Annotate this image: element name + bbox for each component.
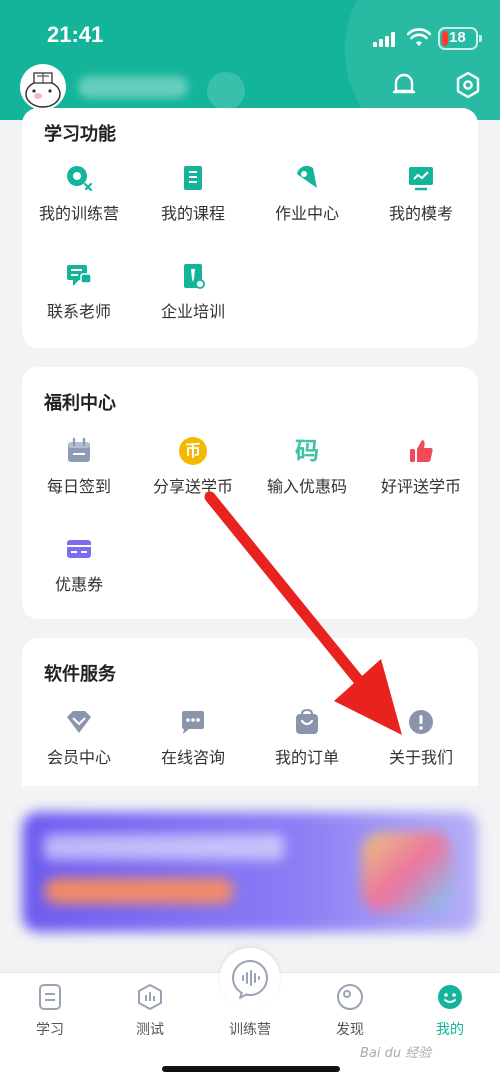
my-camp-button[interactable]: 我的训练营 bbox=[22, 164, 136, 234]
enter-promo-code-label: 输入优惠码 bbox=[266, 477, 347, 496]
study-icon bbox=[39, 984, 61, 1010]
online-consult-button[interactable]: 在线咨询 bbox=[136, 708, 250, 778]
my-courses-button[interactable]: 我的课程 bbox=[136, 164, 250, 234]
avatar-cartoon-icon bbox=[25, 72, 61, 108]
tab-mine-label: 我的 bbox=[436, 1022, 464, 1038]
header-decoration-dot bbox=[207, 72, 245, 110]
order-bag-icon bbox=[296, 708, 318, 734]
section-title-benefits: 福利中心 bbox=[44, 393, 116, 414]
promo-banner[interactable] bbox=[22, 812, 478, 932]
calendar-checkin-icon bbox=[68, 437, 90, 462]
homework-center-label: 作业中心 bbox=[274, 204, 339, 223]
message-icon bbox=[182, 711, 204, 734]
tab-test-label: 测试 bbox=[136, 1022, 164, 1038]
username-blurred bbox=[78, 76, 188, 98]
online-consult-label: 在线咨询 bbox=[160, 748, 225, 767]
settings-gear-icon[interactable] bbox=[453, 70, 483, 100]
share-earn-coins-button[interactable]: 币 分享送学币 bbox=[136, 437, 250, 507]
notification-bell-icon[interactable] bbox=[389, 70, 419, 100]
enterprise-training-label: 企业培训 bbox=[160, 302, 225, 321]
mock-exam-icon bbox=[409, 167, 433, 191]
coupon-icon bbox=[67, 540, 91, 558]
coupons-button[interactable]: 优惠券 bbox=[22, 535, 136, 605]
my-camp-label: 我的训练营 bbox=[38, 204, 119, 223]
tab-discover-label: 发现 bbox=[336, 1022, 364, 1038]
section-title-services: 软件服务 bbox=[44, 664, 116, 685]
camp-voice-icon bbox=[232, 960, 268, 999]
promo-banner-area bbox=[0, 782, 500, 972]
thumbs-up-icon bbox=[410, 440, 433, 462]
baidu-watermark: Bai du 经验 bbox=[360, 1046, 432, 1061]
coin-icon: 币 bbox=[179, 437, 207, 465]
daily-checkin-button[interactable]: 每日签到 bbox=[22, 437, 136, 507]
cellular-signal-icon bbox=[373, 31, 399, 47]
homework-icon bbox=[297, 165, 317, 188]
chat-teacher-icon bbox=[67, 265, 92, 286]
about-us-button[interactable]: 关于我们 bbox=[364, 708, 478, 778]
diamond-icon bbox=[67, 711, 91, 733]
daily-checkin-label: 每日签到 bbox=[46, 477, 111, 496]
camp-center-button[interactable] bbox=[220, 948, 280, 1008]
profile-face-icon bbox=[438, 985, 462, 1009]
avatar[interactable] bbox=[20, 64, 66, 110]
my-courses-label: 我的课程 bbox=[160, 204, 225, 223]
review-earn-coins-button[interactable]: 好评送学币 bbox=[364, 437, 478, 507]
camp-icon bbox=[67, 166, 93, 192]
course-book-icon bbox=[184, 166, 202, 190]
benefits-center-card: 福利中心 每日签到 币 分享送学币 码 输入优惠码 好评送学币 优惠券 bbox=[22, 367, 478, 619]
my-mock-exam-label: 我的模考 bbox=[388, 204, 453, 223]
tab-camp-label: 训练营 bbox=[229, 1022, 271, 1038]
profile-header: 21:41 18 bbox=[0, 0, 500, 120]
promo-code-icon: 码 bbox=[295, 437, 319, 465]
my-orders-label: 我的订单 bbox=[274, 748, 339, 767]
status-time: 21:41 bbox=[47, 22, 104, 47]
tab-discover[interactable]: 发现 bbox=[300, 973, 400, 1043]
wifi-icon bbox=[407, 28, 431, 46]
tab-study-label: 学习 bbox=[36, 1022, 64, 1038]
coupons-label: 优惠券 bbox=[54, 575, 103, 594]
share-earn-coins-label: 分享送学币 bbox=[152, 477, 233, 496]
study-features-card: 学习功能 我的训练营 我的课程 作业中心 我的模考 联系老师 企业培训 bbox=[22, 108, 478, 348]
tab-mine[interactable]: 我的 bbox=[400, 973, 500, 1043]
about-us-label: 关于我们 bbox=[388, 748, 453, 767]
enterprise-training-button[interactable]: 企业培训 bbox=[136, 262, 250, 332]
info-icon bbox=[409, 710, 433, 734]
member-center-button[interactable]: 会员中心 bbox=[22, 708, 136, 778]
homework-center-button[interactable]: 作业中心 bbox=[250, 164, 364, 234]
discover-icon bbox=[337, 984, 363, 1010]
header-decoration bbox=[345, 0, 500, 120]
my-mock-exam-button[interactable]: 我的模考 bbox=[364, 164, 478, 234]
home-indicator[interactable] bbox=[162, 1066, 340, 1072]
enterprise-training-icon bbox=[184, 264, 205, 289]
enter-promo-code-button[interactable]: 码 输入优惠码 bbox=[250, 437, 364, 507]
member-center-label: 会员中心 bbox=[46, 748, 111, 767]
test-icon bbox=[138, 983, 162, 1011]
review-earn-coins-label: 好评送学币 bbox=[380, 477, 461, 496]
contact-teacher-label: 联系老师 bbox=[46, 302, 111, 321]
battery-icon: 18 bbox=[438, 27, 482, 50]
my-orders-button[interactable]: 我的订单 bbox=[250, 708, 364, 778]
contact-teacher-button[interactable]: 联系老师 bbox=[22, 262, 136, 332]
section-title-study: 学习功能 bbox=[44, 124, 116, 145]
battery-level: 18 bbox=[449, 29, 466, 46]
software-services-card: 软件服务 会员中心 在线咨询 我的订单 关于我们 bbox=[22, 638, 478, 786]
tab-study[interactable]: 学习 bbox=[0, 973, 100, 1043]
tab-test[interactable]: 测试 bbox=[100, 973, 200, 1043]
